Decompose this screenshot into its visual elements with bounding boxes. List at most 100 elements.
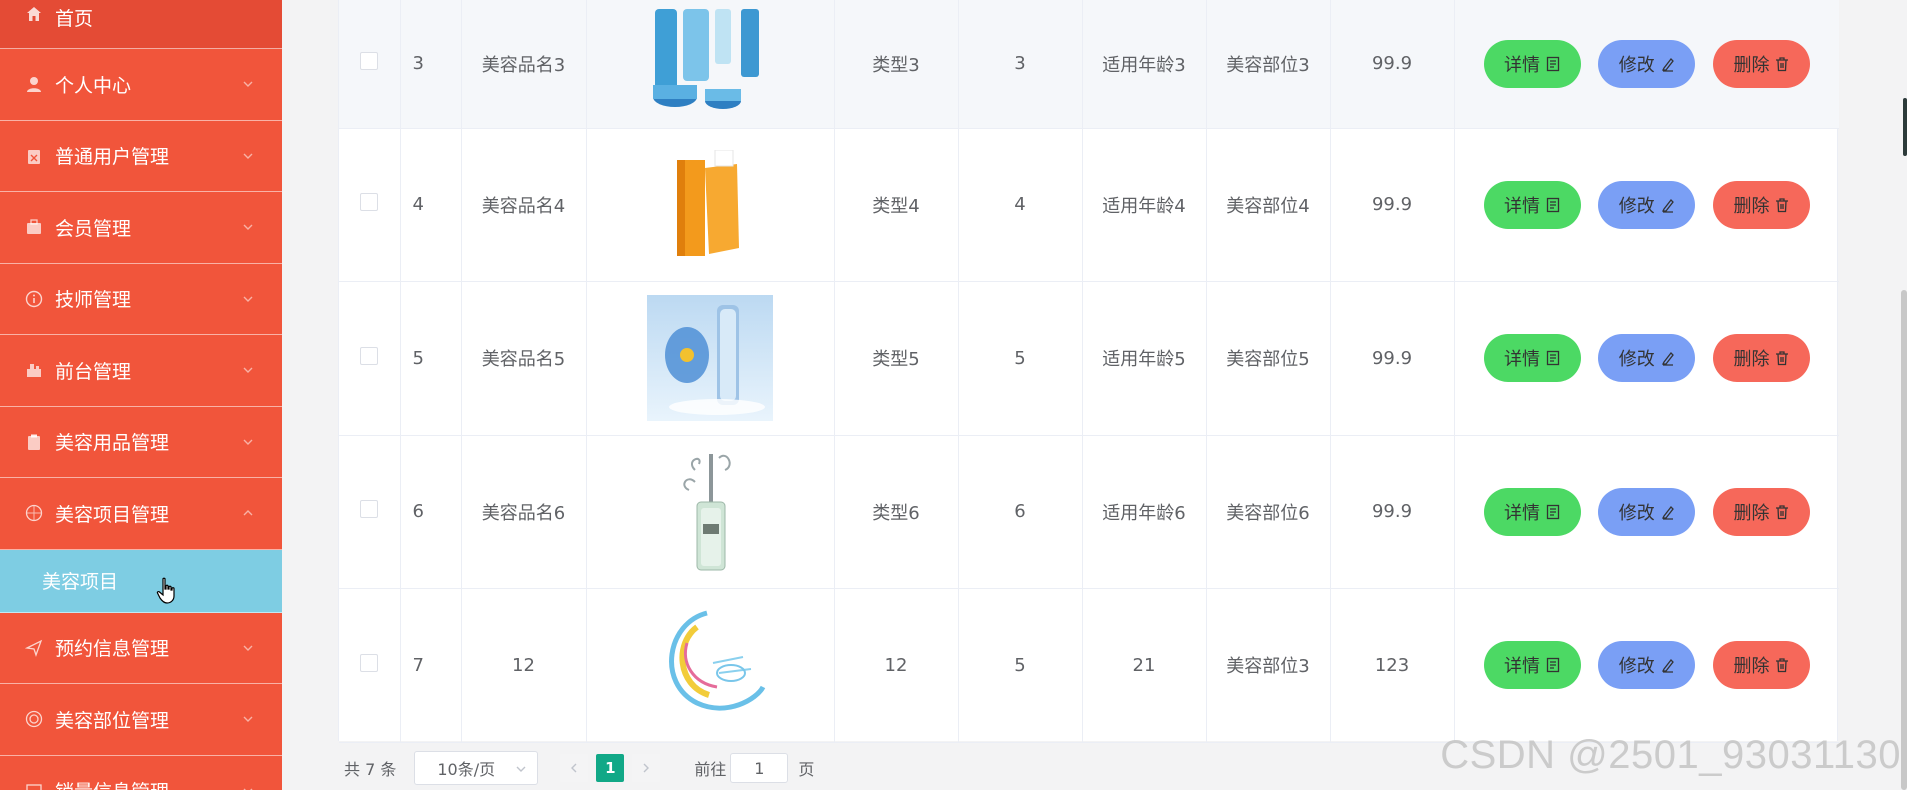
table-row[interactable]: 3 美容品名3 类型3 3 适用年龄3 美容部位3 99.9 详情 修改 删除 [339,0,1839,129]
sidebar-item-appointment-management[interactable]: 预约信息管理 [0,613,282,684]
delete-button[interactable]: 删除 [1712,334,1810,383]
table-row[interactable]: 4 美容品名4 类型4 4 适用年龄4 美容部位4 99.9 详情 修改 删除 [339,128,1839,282]
sidebar-item-user-management[interactable]: 普通用户管理 [0,121,282,192]
detail-button[interactable]: 详情 [1483,180,1581,229]
sidebar-subitem-beauty-project[interactable]: 美容项目 [0,549,282,613]
table-row[interactable]: 6 美容品名6 类型6 6 适用年龄6 美容部位6 99.9 详情 修改 删除 [339,435,1839,589]
detail-label: 详情 [1504,54,1541,76]
product-image [647,295,773,422]
chevron-right-icon [643,763,650,773]
cell-part: 美容部位6 [1206,435,1331,589]
sidebar-item-label: 美容用品管理 [55,432,170,455]
clipboard-icon [24,146,44,166]
app-root: 首页 个人中心 普通用户管理 会员管理 技师管理 前台管理 美容用品管理 美容项… [0,0,1907,790]
detail-button[interactable]: 详情 [1483,641,1581,690]
cell-image [586,588,835,743]
edit-button[interactable]: 修改 [1598,39,1696,88]
cell-name: 美容品名4 [461,128,587,282]
cell-price: 99.9 [1330,128,1455,282]
delete-button[interactable]: 删除 [1712,487,1810,536]
cell-num: 3 [958,0,1083,129]
cell-type: 12 [834,588,959,743]
next-page-button[interactable] [632,754,661,782]
page-size-select[interactable]: 10条/页 [414,751,539,785]
sidebar-item-label: 个人中心 [55,74,132,97]
cell-image [586,0,835,129]
cell-image [586,281,835,436]
cell-image [586,435,835,589]
sidebar-item-member-management[interactable]: 会员管理 [0,192,282,264]
row-checkbox[interactable] [339,435,401,589]
edit-button[interactable]: 修改 [1598,641,1696,690]
prev-page-button[interactable] [560,754,589,782]
row-index: 4 [400,128,462,282]
cell-part: 美容部位4 [1206,128,1331,282]
delete-button[interactable]: 删除 [1712,39,1810,88]
chevron-down-icon [243,367,253,374]
delete-label: 删除 [1733,656,1770,678]
sidebar-item-personal-center[interactable]: 个人中心 [0,49,282,121]
detail-label: 详情 [1504,656,1541,678]
delete-button[interactable]: 删除 [1712,641,1810,690]
sidebar-item-label: 前台管理 [55,360,132,383]
document-icon [1546,197,1560,212]
sidebar-item-sales-management[interactable]: 销量信息管理 [0,756,282,790]
row-index: 6 [400,435,462,589]
cell-age: 适用年龄4 [1082,128,1207,282]
goto-page-input[interactable]: 1 [730,753,789,783]
pagination: 共 7 条 10条/页 1 前往 1 页 [338,751,814,785]
row-checkbox[interactable] [339,281,401,436]
chevron-down-icon [243,153,253,159]
cell-name: 美容品名6 [461,435,587,589]
trash-icon [1776,198,1789,212]
document-icon [1546,351,1560,366]
sidebar-item-front-desk-management[interactable]: 前台管理 [0,335,282,407]
cell-actions: 详情 修改 删除 [1454,281,1839,436]
cell-type: 类型6 [834,435,959,589]
goto-label: 前往 [694,760,727,779]
row-checkbox[interactable] [339,128,401,282]
sidebar-item-beauty-supplies-management[interactable]: 美容用品管理 [0,407,282,478]
cell-price: 123 [1330,588,1455,743]
delete-button[interactable]: 删除 [1712,180,1810,229]
row-index: 3 [400,0,462,129]
scrollbar-thumb[interactable] [1901,290,1907,790]
sidebar: 首页 个人中心 普通用户管理 会员管理 技师管理 前台管理 美容用品管理 美容项… [0,0,282,790]
pencil-icon [1661,505,1674,520]
info-circle-icon [24,289,44,309]
sidebar-item-beauty-part-management[interactable]: 美容部位管理 [0,684,282,756]
product-image [683,453,731,571]
cell-num: 4 [958,128,1083,282]
main-content: 3 美容品名3 类型3 3 适用年龄3 美容部位3 99.9 详情 修改 删除 … [282,0,1907,790]
detail-button[interactable]: 详情 [1483,487,1581,536]
table-row[interactable]: 5 美容品名5 类型5 5 适用年龄5 美容部位5 99.9 详情 修改 删除 [339,281,1839,436]
chevron-down-icon [243,296,253,302]
sidebar-item-label: 会员管理 [55,217,132,240]
page-size-value: 10条/页 [437,760,496,779]
sidebar-item-home[interactable]: 首页 [0,0,282,49]
edit-button[interactable]: 修改 [1598,180,1696,229]
table-row[interactable]: 7 12 12 5 21 美容部位3 123 详情 修改 删除 [339,588,1839,743]
cell-name: 美容品名3 [461,0,587,129]
sidebar-item-beauty-project-management[interactable]: 美容项目管理 [0,478,282,550]
watermark: CSDN @2501_93031130 [1440,733,1901,777]
detail-button[interactable]: 详情 [1483,334,1581,383]
sidebar-item-label: 美容项目管理 [55,503,170,526]
detail-label: 详情 [1504,349,1541,371]
hand-cursor-icon [156,577,175,604]
detail-label: 详情 [1504,502,1541,524]
trash-icon [1776,351,1789,366]
detail-button[interactable]: 详情 [1483,39,1581,88]
row-checkbox[interactable] [339,588,401,743]
edit-button[interactable]: 修改 [1598,487,1696,536]
sidebar-item-technician-management[interactable]: 技师管理 [0,264,282,335]
chevron-down-icon [243,788,253,790]
chevron-down-icon [516,766,526,772]
cell-actions: 详情 修改 删除 [1454,588,1839,743]
page-number-current[interactable]: 1 [596,754,625,782]
cell-name: 美容品名5 [461,281,587,436]
row-checkbox[interactable] [339,0,401,129]
edit-button[interactable]: 修改 [1598,334,1696,383]
cell-name: 12 [461,588,587,743]
cell-part: 美容部位5 [1206,281,1331,436]
